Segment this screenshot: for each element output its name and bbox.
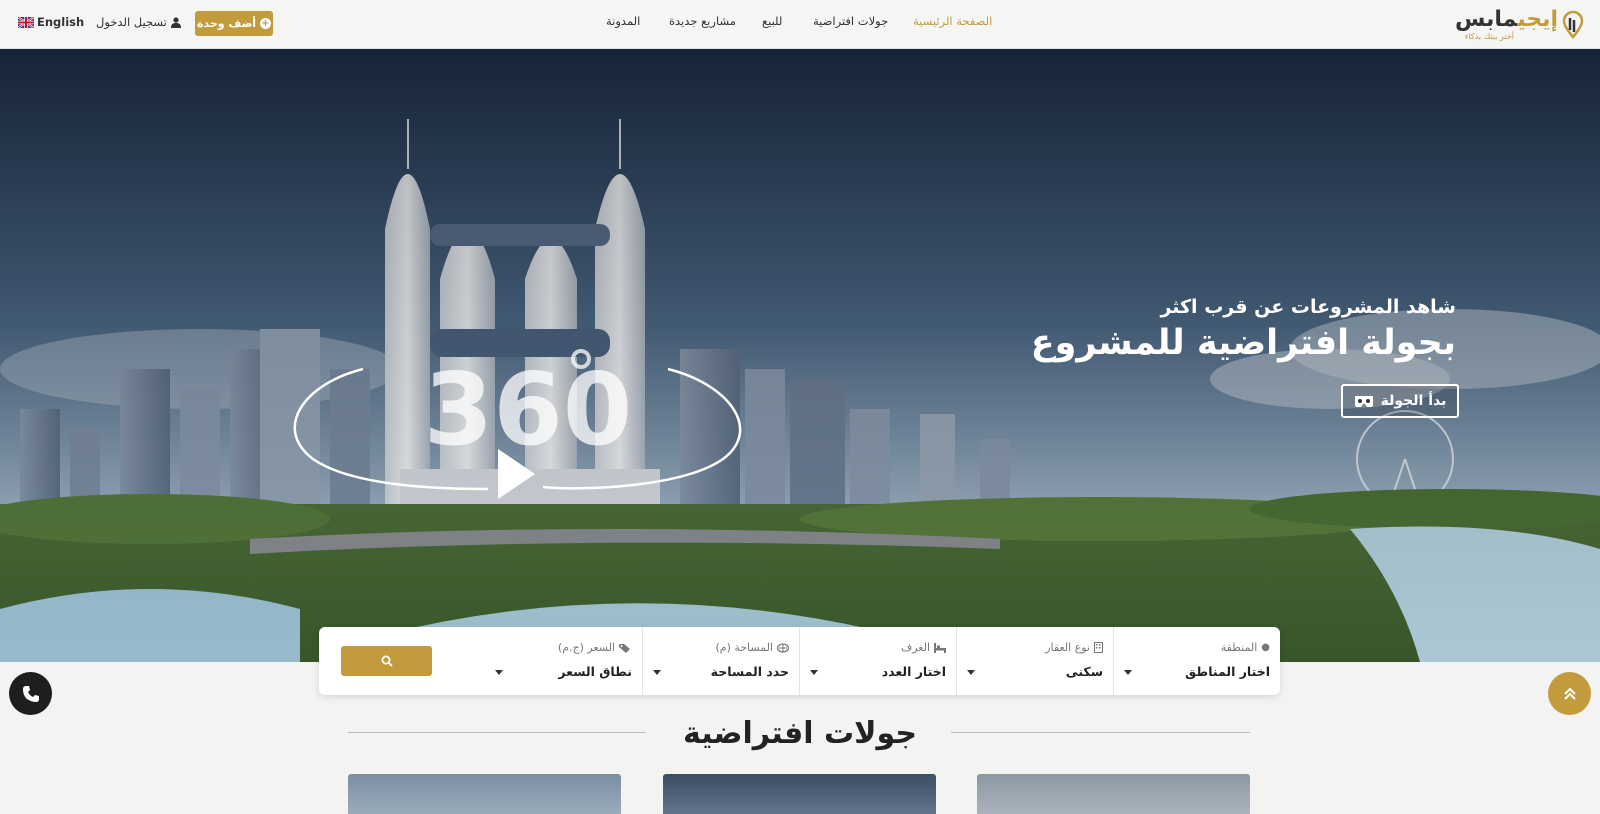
search-field-area[interactable]: المساحة (م) حدد المساحة xyxy=(643,627,800,695)
nav-home[interactable]: الصفحة الرئيسية xyxy=(913,14,992,28)
area-label-wrap: المساحة (م) xyxy=(715,641,789,654)
start-tour-label: بدأ الجولة xyxy=(1380,393,1447,409)
rooms-value: اختار العدد xyxy=(881,664,946,679)
area-label: المساحة (م) xyxy=(715,641,773,654)
login-link[interactable]: تسجيل الدخول xyxy=(96,15,181,29)
brand-tagline: أختر بيتك بذكاء xyxy=(1464,32,1514,41)
nav-new-projects[interactable]: مشاريع جديدة xyxy=(669,14,736,28)
brand-name: إيجيمابس xyxy=(1454,7,1558,32)
nav-blog[interactable]: المدونة xyxy=(606,14,640,28)
region-value: اختار المناطق xyxy=(1185,664,1270,679)
chevron-down-icon xyxy=(495,670,503,675)
search-field-rooms[interactable]: الغرف اختار العدد xyxy=(800,627,957,695)
vr-headset-icon xyxy=(1354,395,1373,407)
property-type-label: نوع العقار xyxy=(1045,641,1090,654)
brand-logo[interactable]: إيجيمابس أختر بيتك بذكاء xyxy=(1455,6,1584,44)
search-field-region[interactable]: ● المنطقة اختار المناطق xyxy=(1114,627,1280,695)
tags-icon xyxy=(619,643,630,653)
nav-virtual-tours[interactable]: جولات افتراضية xyxy=(813,14,888,28)
plus-circle-icon: + xyxy=(259,18,271,29)
tour-card[interactable] xyxy=(348,774,621,814)
property-type-label-wrap: نوع العقار xyxy=(1045,641,1103,654)
area-value: حدد المساحة xyxy=(710,664,789,679)
map-pin-icon: ● xyxy=(1261,642,1270,653)
360-view-icon[interactable]: 360 xyxy=(283,329,773,499)
rooms-label: الغرف xyxy=(900,641,930,654)
price-value: نطاق السعر xyxy=(558,664,632,679)
site-header: إيجيمابس أختر بيتك بذكاء الصفحة الرئيسية… xyxy=(0,0,1600,49)
price-label: السعر (ج.م) xyxy=(557,641,615,654)
login-label: تسجيل الدخول xyxy=(96,15,167,29)
chevron-down-icon xyxy=(810,670,818,675)
price-label-wrap: السعر (ج.م) xyxy=(558,641,632,654)
chevron-down-icon xyxy=(1124,670,1132,675)
search-button[interactable] xyxy=(341,646,432,676)
360-badge-text: 360 xyxy=(424,351,633,468)
nav-for-sale[interactable]: للبيع xyxy=(762,14,782,28)
call-button[interactable] xyxy=(9,672,52,715)
add-unit-label: أضف وحدة xyxy=(197,17,256,30)
user-icon xyxy=(170,16,181,28)
tour-card[interactable] xyxy=(663,774,936,814)
uk-flag-icon xyxy=(18,16,34,28)
region-label: المنطقة xyxy=(1220,641,1258,654)
phone-icon xyxy=(22,685,39,702)
search-icon xyxy=(381,655,393,667)
logo-pin-icon xyxy=(1562,10,1584,39)
chevron-down-icon xyxy=(967,670,975,675)
bed-icon xyxy=(934,642,946,653)
search-field-price[interactable]: السعر (ج.م) نطاق السعر xyxy=(485,627,643,695)
hero-subtitle: شاهد المشروعات عن قرب اكثر xyxy=(1160,296,1456,318)
chevron-down-icon xyxy=(653,670,661,675)
scroll-to-top-button[interactable] xyxy=(1548,672,1591,715)
property-type-value: سكنى xyxy=(1065,664,1103,679)
add-unit-button[interactable]: + أضف وحدة xyxy=(195,11,273,36)
area-icon xyxy=(777,642,789,653)
tour-card[interactable] xyxy=(977,774,1250,814)
language-label: English xyxy=(37,15,85,29)
property-search-bar: ● المنطقة اختار المناطق نوع العقار سكنى … xyxy=(319,627,1280,695)
rooms-label-wrap: الغرف xyxy=(901,641,946,654)
hero-title: بجولة افتراضية للمشروع xyxy=(1030,323,1456,363)
hero-heading-block: شاهد المشروعات عن قرب اكثر بجولة افتراضي… xyxy=(1031,295,1456,365)
region-label-wrap: ● المنطقة xyxy=(1221,641,1270,654)
double-chevron-up-icon xyxy=(1563,687,1576,700)
section-title: جولات افتراضية xyxy=(683,716,917,751)
search-field-property-type[interactable]: نوع العقار سكنى xyxy=(957,627,1114,695)
start-tour-button[interactable]: بدأ الجولة xyxy=(1341,384,1459,418)
language-switch[interactable]: English xyxy=(18,15,84,29)
hero-banner: 360 شاهد المشروعات عن قرب اكثر بجولة افت… xyxy=(0,49,1600,662)
building-icon xyxy=(1094,642,1103,653)
